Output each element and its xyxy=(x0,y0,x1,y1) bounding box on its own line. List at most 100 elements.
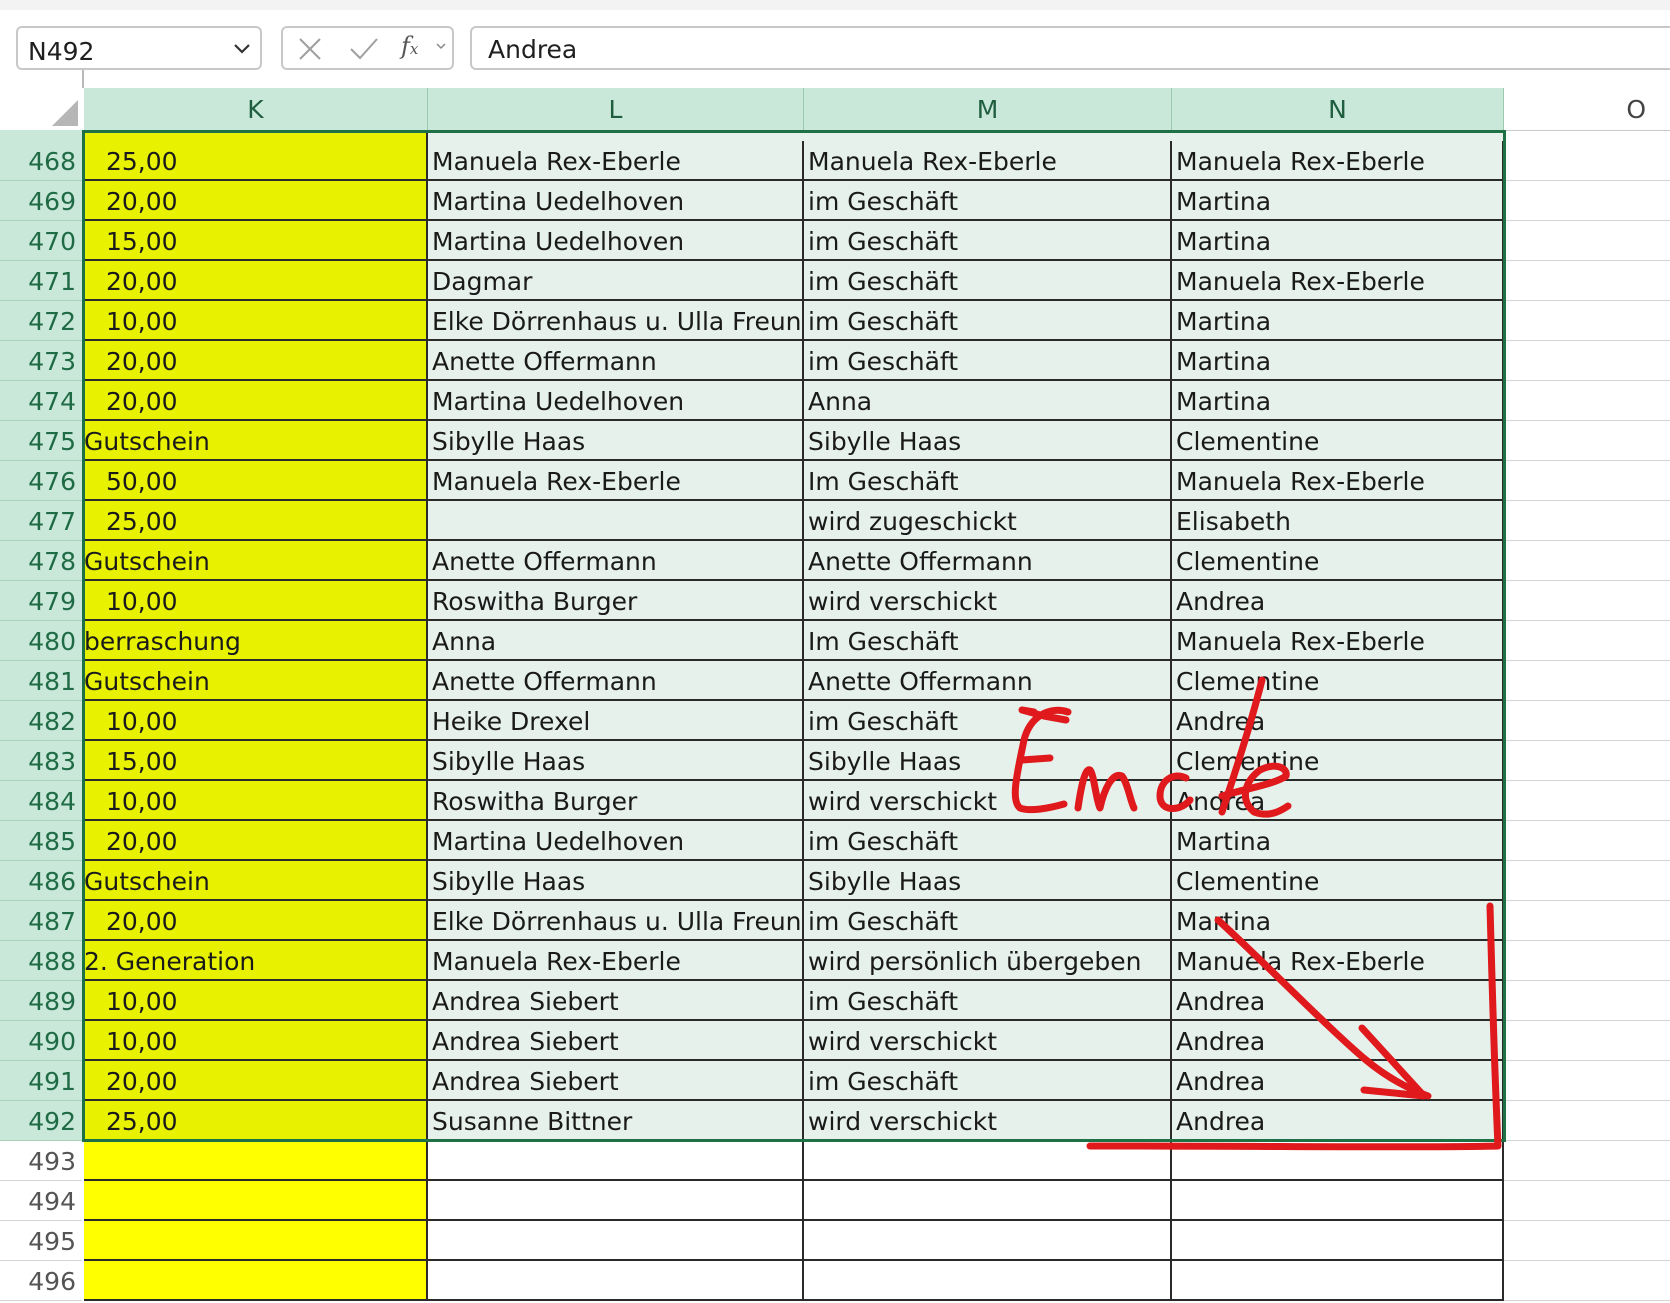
row-header[interactable]: 488 xyxy=(0,941,82,981)
cell-m[interactable]: Anette Offermann xyxy=(804,541,1172,581)
cell-o[interactable] xyxy=(1504,581,1670,621)
cell-l[interactable]: Heike Drexel xyxy=(428,701,804,741)
cell-n[interactable]: Martina xyxy=(1172,821,1504,861)
cell-n[interactable]: Andrea xyxy=(1172,1101,1504,1141)
cell-m[interactable] xyxy=(804,1261,1172,1301)
row-header[interactable]: 470 xyxy=(0,221,82,261)
cell-m[interactable]: wird persönlich übergeben xyxy=(804,941,1172,981)
cell-l[interactable]: Martina Uedelhoven xyxy=(428,221,804,261)
cell-m[interactable]: wird verschickt xyxy=(804,1101,1172,1141)
cell-o[interactable] xyxy=(1504,1181,1670,1221)
cell-l[interactable]: Roswitha Burger xyxy=(428,581,804,621)
cell-k[interactable] xyxy=(84,1181,428,1221)
name-box[interactable]: N492 xyxy=(16,26,262,70)
cell-o[interactable] xyxy=(1504,821,1670,861)
cell-o[interactable] xyxy=(1504,301,1670,341)
cell-k[interactable]: 20,00 xyxy=(84,901,428,941)
cell-k[interactable]: Gutschein xyxy=(84,661,428,701)
cell-n[interactable]: Manuela Rex-Eberle xyxy=(1172,941,1504,981)
cell-m[interactable]: im Geschäft xyxy=(804,901,1172,941)
cell-n[interactable]: Martina xyxy=(1172,901,1504,941)
cell-l[interactable]: Sibylle Haas xyxy=(428,861,804,901)
cell-o[interactable] xyxy=(1504,1101,1670,1141)
cell-o[interactable] xyxy=(1504,861,1670,901)
cell-n[interactable]: Andrea xyxy=(1172,1061,1504,1101)
row-header[interactable]: 490 xyxy=(0,1021,82,1061)
cell-o[interactable] xyxy=(1504,621,1670,661)
cell-n[interactable]: Clementine xyxy=(1172,861,1504,901)
row-header[interactable]: 479 xyxy=(0,581,82,621)
formula-input[interactable]: Andrea xyxy=(470,26,1670,70)
cell-l[interactable]: Sibylle Haas xyxy=(428,741,804,781)
cell-o[interactable] xyxy=(1504,941,1670,981)
cell-m[interactable]: im Geschäft xyxy=(804,1061,1172,1101)
cell-o[interactable] xyxy=(1504,501,1670,541)
cell-k[interactable]: 50,00 xyxy=(84,461,428,501)
cell-k[interactable]: 25,00 xyxy=(84,501,428,541)
row-header[interactable]: 496 xyxy=(0,1261,82,1301)
row-header[interactable]: 491 xyxy=(0,1061,82,1101)
insert-function-icon[interactable]: fx xyxy=(401,32,418,60)
cell-l[interactable]: Anette Offermann xyxy=(428,541,804,581)
cell-n[interactable]: Martina xyxy=(1172,341,1504,381)
cell-k[interactable]: 10,00 xyxy=(84,581,428,621)
cell-m[interactable]: wird verschickt xyxy=(804,781,1172,821)
cell-m[interactable]: Im Geschäft xyxy=(804,621,1172,661)
cell-l[interactable]: Andrea Siebert xyxy=(428,981,804,1021)
cell-l[interactable]: Susanne Bittner xyxy=(428,1101,804,1141)
cell-n[interactable]: Martina xyxy=(1172,181,1504,221)
row-header[interactable]: 478 xyxy=(0,541,82,581)
row-header[interactable]: 468 xyxy=(0,141,82,181)
cell-l[interactable]: Andrea Siebert xyxy=(428,1021,804,1061)
cell-l[interactable]: Manuela Rex-Eberle xyxy=(428,461,804,501)
cell-m[interactable]: wird verschickt xyxy=(804,581,1172,621)
cell-o[interactable] xyxy=(1504,701,1670,741)
cell-l[interactable]: Manuela Rex-Eberle xyxy=(428,141,804,181)
cell-m[interactable]: im Geschäft xyxy=(804,301,1172,341)
cell-o[interactable] xyxy=(1504,141,1670,181)
cell-l[interactable]: Elke Dörrenhaus u. Ulla Freund xyxy=(428,901,804,941)
cell-l[interactable]: Andrea Siebert xyxy=(428,1061,804,1101)
cell-o[interactable] xyxy=(1504,541,1670,581)
chevron-down-icon[interactable] xyxy=(435,40,447,52)
cell-n[interactable]: Martina xyxy=(1172,221,1504,261)
cell-k[interactable]: 15,00 xyxy=(84,221,428,261)
cell-n[interactable]: Elisabeth xyxy=(1172,501,1504,541)
cell-n[interactable] xyxy=(1172,1221,1504,1261)
cell-l[interactable]: Dagmar xyxy=(428,261,804,301)
cell-l[interactable]: Martina Uedelhoven xyxy=(428,821,804,861)
row-header[interactable]: 483 xyxy=(0,741,82,781)
cell-n[interactable]: Martina xyxy=(1172,301,1504,341)
cell-l[interactable] xyxy=(428,1181,804,1221)
cell-m[interactable] xyxy=(804,1181,1172,1221)
cell-o[interactable] xyxy=(1504,1061,1670,1101)
cell-n[interactable]: Manuela Rex-Eberle xyxy=(1172,621,1504,661)
row-header[interactable]: 476 xyxy=(0,461,82,501)
cell-k[interactable]: 2. Generation xyxy=(84,941,428,981)
cell-k[interactable]: berraschung xyxy=(84,621,428,661)
row-header[interactable]: 482 xyxy=(0,701,82,741)
cell-n[interactable] xyxy=(1172,1261,1504,1301)
cell-m[interactable]: im Geschäft xyxy=(804,821,1172,861)
cell-m[interactable] xyxy=(804,1141,1172,1181)
cell-m[interactable]: im Geschäft xyxy=(804,341,1172,381)
cell-o[interactable] xyxy=(1504,421,1670,461)
cell-o[interactable] xyxy=(1504,221,1670,261)
cell-l[interactable]: Martina Uedelhoven xyxy=(428,381,804,421)
cell-n[interactable]: Clementine xyxy=(1172,421,1504,461)
row-header[interactable]: 493 xyxy=(0,1141,82,1181)
column-header-k[interactable]: K xyxy=(84,88,428,130)
cell-n[interactable] xyxy=(1172,1181,1504,1221)
cell-o[interactable] xyxy=(1504,461,1670,501)
cell-k[interactable]: 20,00 xyxy=(84,821,428,861)
cell-l[interactable]: Anette Offermann xyxy=(428,661,804,701)
cell-n[interactable]: Manuela Rex-Eberle xyxy=(1172,261,1504,301)
cell-m[interactable]: Im Geschäft xyxy=(804,461,1172,501)
cell-m[interactable] xyxy=(804,1221,1172,1261)
cell-o[interactable] xyxy=(1504,901,1670,941)
row-header[interactable]: 487 xyxy=(0,901,82,941)
cell-o[interactable] xyxy=(1504,181,1670,221)
cell-k[interactable]: 10,00 xyxy=(84,301,428,341)
cell-k[interactable]: 25,00 xyxy=(84,1101,428,1141)
cell-m[interactable]: wird verschickt xyxy=(804,1021,1172,1061)
